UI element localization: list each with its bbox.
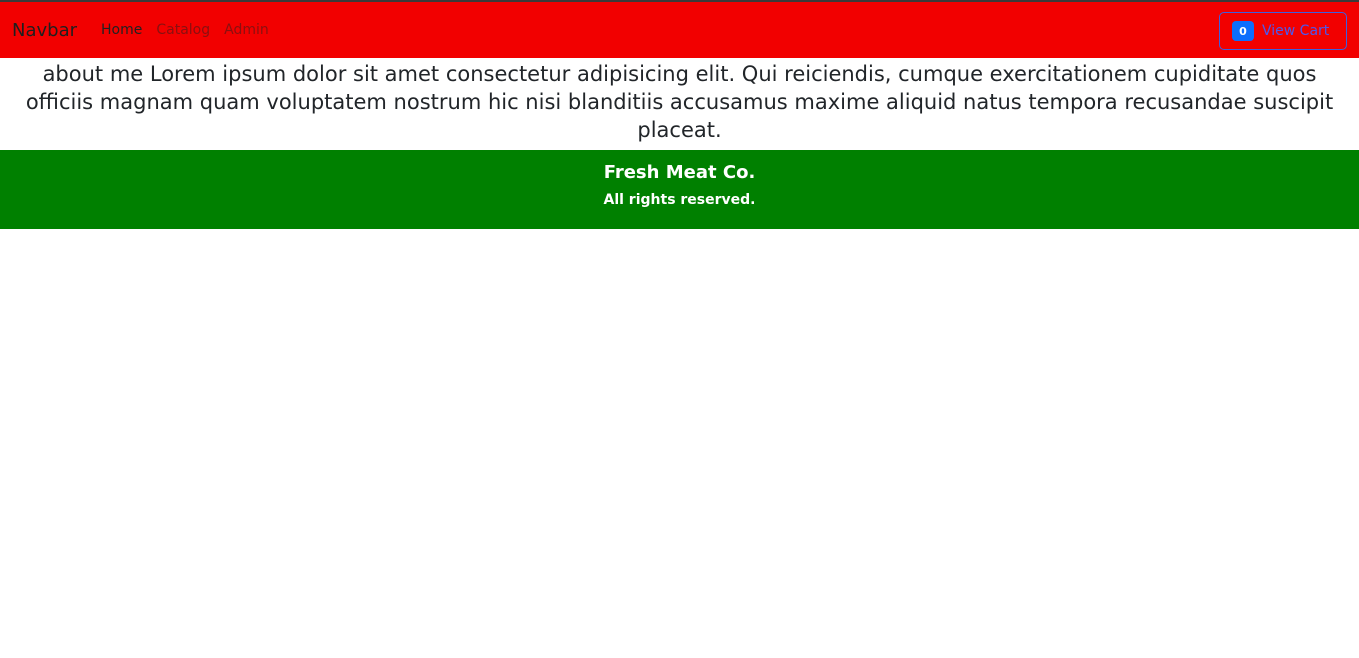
nav-link-admin[interactable]: Admin	[224, 22, 269, 38]
navbar-brand[interactable]: Navbar	[12, 20, 77, 41]
footer: Fresh Meat Co. All rights reserved.	[0, 150, 1359, 229]
view-cart-label: View Cart	[1262, 23, 1330, 39]
footer-title: Fresh Meat Co.	[603, 162, 756, 183]
nav-link-catalog[interactable]: Catalog	[156, 22, 210, 38]
nav-links: Home Catalog Admin	[101, 22, 269, 38]
footer-subtitle: All rights reserved.	[603, 192, 756, 208]
nav-link-home[interactable]: Home	[101, 22, 142, 38]
about-text: about me Lorem ipsum dolor sit amet cons…	[25, 62, 1334, 142]
navbar: Navbar Home Catalog Admin 0 View Cart	[0, 2, 1359, 58]
view-cart-button[interactable]: 0 View Cart	[1219, 12, 1347, 50]
cart-count-badge: 0	[1232, 21, 1254, 41]
main-content: about me Lorem ipsum dolor sit amet cons…	[0, 58, 1359, 150]
